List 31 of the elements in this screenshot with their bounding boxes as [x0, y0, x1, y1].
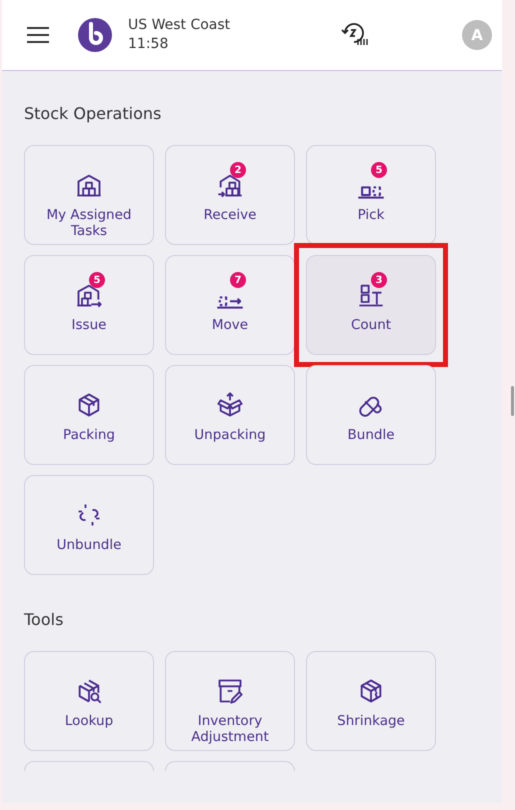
menu-tile[interactable]: 7 Move — [165, 255, 295, 355]
count-badge: 5 — [89, 272, 105, 288]
scroll-handle[interactable] — [511, 386, 514, 416]
menu-tile[interactable]: Inventory Adjustment — [165, 651, 295, 751]
section-title: Tools — [24, 609, 64, 631]
menu-tile[interactable]: Lookup — [24, 651, 154, 751]
open-box-icon — [216, 391, 244, 419]
time-text: 11:58 — [128, 35, 170, 54]
box-arrow-icon — [216, 296, 244, 309]
tile[interactable] — [24, 761, 154, 771]
menu-tile[interactable]: 5 Issue — [24, 255, 154, 355]
archive-pencil-icon — [216, 677, 244, 705]
count-badge: 3 — [371, 272, 387, 288]
menu-tile[interactable]: Bundle — [306, 365, 436, 465]
count-badge: 5 — [371, 162, 387, 178]
menu-tile[interactable]: Unpacking — [165, 365, 295, 465]
tile[interactable] — [165, 761, 295, 771]
logo-icon — [78, 18, 112, 52]
menu-tile[interactable]: Packing — [24, 365, 154, 465]
menu-tile[interactable]: My Assigned Tasks — [24, 145, 154, 245]
menu-tile[interactable]: Unbundle — [24, 475, 154, 575]
section-title: Stock Operations — [24, 103, 162, 125]
menu-tile[interactable]: 2 Receive — [165, 145, 295, 245]
menu-tile[interactable]: Shrinkage — [306, 651, 436, 751]
location-name: US West Coast — [128, 16, 232, 35]
menu-tile[interactable]: 5 Pick — [306, 145, 436, 245]
menu-tile[interactable]: 3 Count — [306, 255, 436, 355]
count-badge: 7 — [230, 272, 246, 288]
boxes-icon — [357, 186, 385, 199]
menu-icon[interactable] — [27, 26, 49, 44]
count-badge: 2 — [230, 162, 246, 178]
